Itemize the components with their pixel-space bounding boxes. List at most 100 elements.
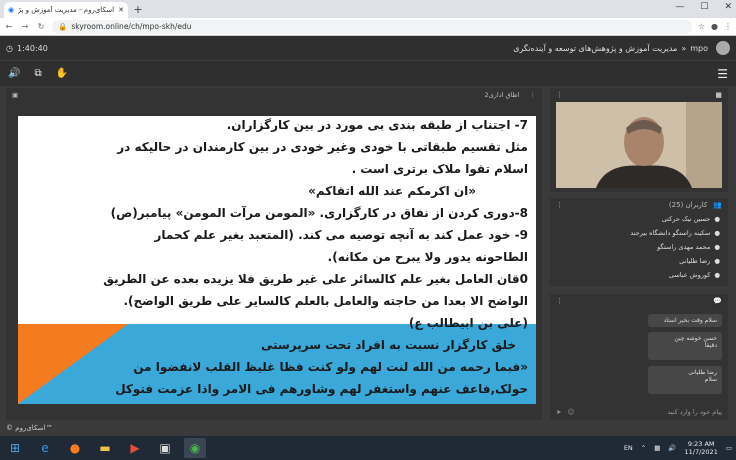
chat-icon: 💬 [713, 297, 722, 305]
close-window-icon[interactable]: ✕ [724, 2, 732, 12]
slide-line: 7- اجتناب از طبقه بندی بی مورد در بین کا… [226, 118, 528, 132]
video-panel-header: ⋮ ■ [550, 88, 728, 102]
clock-time: 9:23 AM [687, 440, 715, 448]
slide-line: 8-دوری کردن از نفاق در کارگزاری. «المومن… [110, 206, 528, 220]
users-panel: ⋮ کاربران (25) 👥 حسین نیک‌ حرکتی ● سکینه … [550, 198, 728, 286]
speaker-icon[interactable]: 🔊 [8, 68, 20, 79]
windows-taskbar: ⊞ e ● ▬ ▶ ▣ ◉ EN ⌃ ▦ 🔊 9:23 AM 11/7/2021… [0, 436, 736, 460]
slide-line: مثل تقسیم طبقاتی با خودی وغیر خودی در بی… [117, 140, 528, 154]
tab-title: اسکای‌روم - مدیریت آموزش و پژوه [18, 6, 115, 14]
video-panel: ⋮ ■ [550, 88, 728, 192]
slide-line: خلق کارگزار نسبت به افراد تحت سرپرستی [260, 338, 516, 352]
maximize-icon[interactable]: ☐ [700, 2, 708, 12]
user-icon: ● [714, 257, 720, 265]
emoji-icon[interactable]: ☺ [567, 408, 574, 416]
star-icon[interactable]: ☆ [698, 22, 705, 31]
user-icon: ● [714, 215, 720, 223]
user-icon: ● [714, 243, 720, 251]
menu-dots-icon[interactable]: ⋮ [724, 22, 732, 31]
users-icon: 👥 [713, 201, 722, 209]
user-item[interactable]: کوروش عباسی ● [550, 268, 728, 282]
window-controls: — ☐ ✕ [675, 2, 732, 12]
raise-hand-icon[interactable]: ✋ [56, 68, 68, 79]
panel-menu-icon[interactable]: ⋮ [556, 201, 563, 209]
user-item[interactable]: محمد مهدی راستگو ● [550, 240, 728, 254]
slide-content: 7- اجتناب از طبقه بندی بی مورد در بین کا… [18, 116, 536, 404]
firefox-icon[interactable]: ● [64, 438, 86, 458]
user-icon: ● [714, 229, 720, 237]
system-clock[interactable]: 9:23 AM 11/7/2021 [685, 440, 718, 456]
volume-icon[interactable]: 🔊 [668, 444, 676, 452]
minimize-icon[interactable]: — [675, 2, 684, 12]
send-icon[interactable]: ➤ [556, 408, 561, 416]
user-name: رضا طلیانی [679, 257, 711, 265]
panel-menu-icon[interactable]: ⋮ [556, 91, 563, 99]
room-label: اطاق اداری2 [484, 91, 520, 99]
slide-line: الطاحونه یدور ولا یبرح من مکانه). [327, 250, 528, 264]
chat-input[interactable]: پیام خود را وارد کنید [667, 408, 722, 416]
profile-icon[interactable]: ● [711, 22, 718, 31]
video-app-icon[interactable]: ▣ [154, 438, 176, 458]
users-panel-header: ⋮ کاربران (25) 👥 [550, 198, 728, 212]
user-name: محمد مهدی راستگو [657, 243, 711, 251]
url-field[interactable]: 🔒 skyroom.online/ch/mpo-skh/edu [52, 19, 692, 34]
chat-message: رضا طلیانی سلام [648, 366, 722, 394]
notification-icon[interactable]: ▭ [726, 444, 732, 452]
panel-menu-icon[interactable]: ⋮ [530, 91, 537, 99]
user-name: کوروش عباسی [668, 271, 711, 279]
screen-share-icon[interactable]: ⧉ [34, 68, 41, 79]
language-indicator[interactable]: EN [624, 444, 633, 452]
user-icon: ● [714, 271, 720, 279]
clock-icon: ◷ [6, 43, 13, 53]
slide-line: حولک,فاعف عنهم واستغفر لهم وشاورهم فی ال… [115, 382, 528, 396]
breadcrumb-separator: » [681, 43, 687, 53]
chat-panel: ⋮ 💬 سلام وقت بخیر استاد حسن خوشه چین دقی… [550, 294, 728, 420]
folder-icon[interactable]: ▬ [94, 438, 116, 458]
slide-line: «فبما رحمه من الله لنت لهم ولو کنت فظا غ… [133, 360, 528, 374]
media-icon[interactable]: ▶ [124, 438, 146, 458]
user-avatar[interactable] [716, 41, 730, 55]
presentation-header: ▣ اطاق اداری2 ⋮ [6, 88, 542, 102]
chat-input-row: ➤ ☺ پیام خود را وارد کنید [550, 404, 728, 420]
breadcrumb: مدیریت آموزش و پژوهش‌های توسعه و آینده‌ن… [513, 41, 730, 55]
new-tab-button[interactable]: + [132, 3, 144, 16]
url-text: skyroom.online/ch/mpo-skh/edu [71, 22, 192, 31]
tray-arrow-icon[interactable]: ⌃ [641, 444, 646, 452]
app-header: ◷ 1:40:40 مدیریت آموزش و پژوهش‌های توسعه… [0, 36, 736, 60]
user-item[interactable]: رضا طلیانی ● [550, 254, 728, 268]
lock-icon: 🔒 [58, 22, 68, 31]
user-item[interactable]: حسین نیک‌ حرکتی ● [550, 212, 728, 226]
brand-text: © اسکای‌روم™ [6, 424, 53, 432]
users-title: کاربران (25) [668, 201, 708, 209]
presenter-silhouette [556, 102, 722, 188]
user-name: سکینه راستگو دانشگاه بیرجند [630, 229, 711, 237]
start-icon[interactable]: ⊞ [4, 438, 26, 458]
user-name: حسین نیک‌ حرکتی [661, 215, 711, 223]
presentation-options-icon[interactable]: ▣ [12, 91, 18, 99]
ie-icon[interactable]: e [34, 438, 56, 458]
breadcrumb-title: مدیریت آموزش و پژوهش‌های توسعه و آینده‌ن… [513, 43, 678, 53]
webcam-video [556, 102, 722, 188]
presentation-panel: ▣ اطاق اداری2 ⋮ 7- اجتناب از طبقه بندی ب… [6, 88, 542, 420]
panel-menu-icon[interactable]: ⋮ [556, 297, 563, 305]
slide-line: 0قان العامل بغیر علم کالسائر علی غیر طری… [103, 272, 528, 286]
slide-line: اسلام تقوا ملاک برتری است . [351, 162, 528, 176]
back-icon[interactable]: ← [4, 22, 14, 31]
close-tab-icon[interactable]: ✕ [118, 6, 124, 14]
hamburger-menu-icon[interactable]: ☰ [717, 67, 728, 81]
reload-icon[interactable]: ↻ [36, 22, 46, 31]
chat-panel-header: ⋮ 💬 [550, 294, 728, 308]
breadcrumb-root[interactable]: mpo [690, 44, 708, 53]
tab-favicon-icon: ◉ [8, 6, 15, 14]
slide-line: الواضح الا بعدا من حاجته والعامل بالعلم … [123, 294, 528, 308]
camera-icon: ■ [715, 91, 722, 99]
browser-tab[interactable]: ◉ اسکای‌روم - مدیریت آموزش و پژوه ✕ [4, 2, 128, 18]
users-list: حسین نیک‌ حرکتی ● سکینه راستگو دانشگاه بی… [550, 212, 728, 282]
chrome-icon[interactable]: ◉ [184, 438, 206, 458]
forward-icon[interactable]: → [20, 22, 30, 31]
browser-tab-strip: ◉ اسکای‌روم - مدیریت آموزش و پژوه ✕ + — … [0, 0, 736, 18]
network-icon[interactable]: ▦ [654, 444, 660, 452]
timer-text: 1:40:40 [16, 43, 48, 53]
slide-line: (علی بن ابیطالب ع) [408, 316, 528, 330]
user-item[interactable]: سکینه راستگو دانشگاه بیرجند ● [550, 226, 728, 240]
